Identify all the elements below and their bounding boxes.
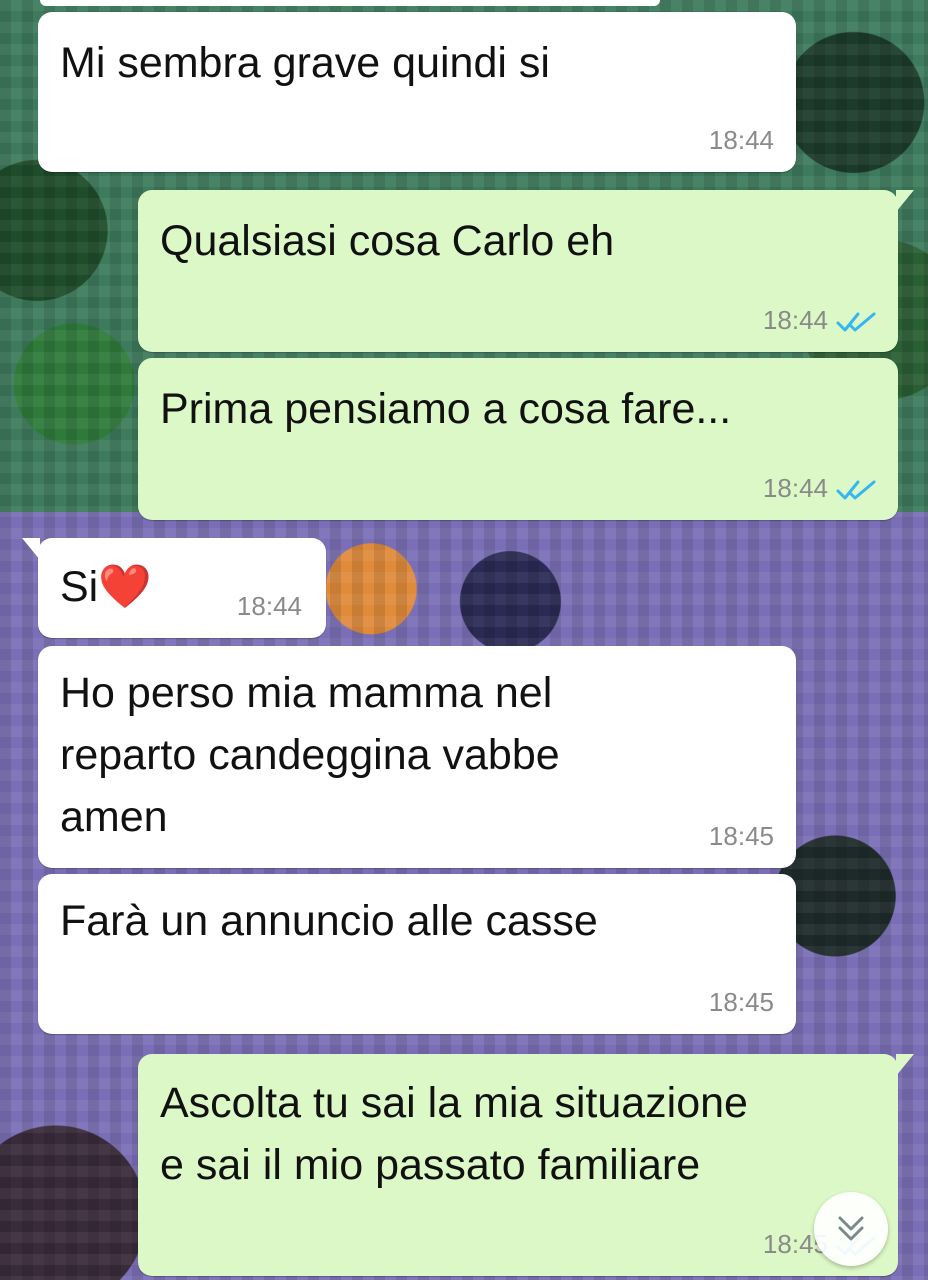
message-time: 18:45 xyxy=(708,987,774,1017)
message-bubble-incoming[interactable]: Ho perso mia mamma nel reparto candeggin… xyxy=(38,646,796,868)
message-bubble-outgoing[interactable]: Prima pensiamo a cosa fare... 18:44 xyxy=(138,358,898,520)
previous-message-edge xyxy=(40,0,660,6)
message-text: Si❤️ xyxy=(60,563,152,611)
message-text: Ho perso mia mamma nel reparto candeggin… xyxy=(60,669,560,841)
double-check-icon xyxy=(836,480,876,500)
message-text: Prima pensiamo a cosa fare... xyxy=(160,385,732,433)
double-check-icon xyxy=(836,312,876,332)
message-bubble-outgoing[interactable]: Ascolta tu sai la mia situazione e sai i… xyxy=(138,1054,914,1276)
message-time: 18:44 xyxy=(236,591,302,621)
message-time: 18:44 xyxy=(708,125,774,155)
message-time: 18:44 xyxy=(762,473,828,503)
message-text: Ascolta tu sai la mia situazione e sai i… xyxy=(160,1079,748,1189)
message-bubble-outgoing[interactable]: Qualsiasi cosa Carlo eh 18:44 xyxy=(138,190,914,352)
scroll-to-bottom-button[interactable] xyxy=(814,1192,888,1266)
message-text: Qualsiasi cosa Carlo eh xyxy=(160,217,615,265)
message-bubble-incoming[interactable]: Mi sembra grave quindi si 18:44 xyxy=(38,12,796,172)
message-time: 18:44 xyxy=(762,305,828,335)
message-text: Farà un annuncio alle casse xyxy=(60,897,598,945)
message-text: Mi sembra grave quindi si xyxy=(60,39,550,87)
message-time: 18:45 xyxy=(708,821,774,851)
message-bubble-incoming[interactable]: Farà un annuncio alle casse 18:45 xyxy=(38,874,796,1034)
message-bubble-incoming[interactable]: Si❤️ 18:44 xyxy=(22,538,326,638)
chevron-double-down-icon xyxy=(838,1216,864,1241)
